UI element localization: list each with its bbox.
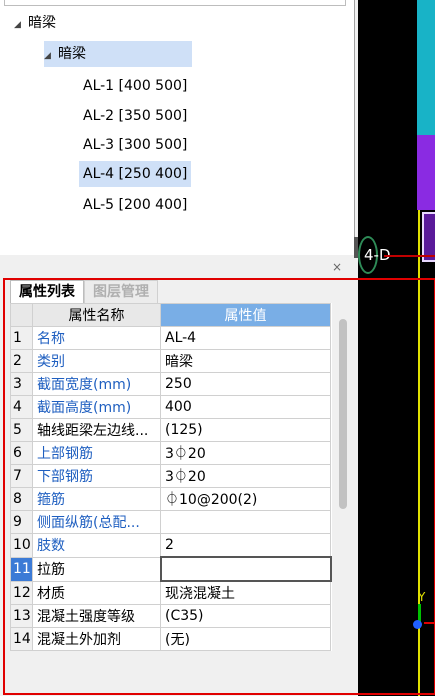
property-row[interactable]: 5 轴线距梁左边线... (125) bbox=[10, 418, 331, 442]
property-row[interactable]: 4 截面高度(mm) 400 bbox=[10, 395, 331, 419]
row-number[interactable]: 7 bbox=[10, 464, 33, 488]
row-number[interactable]: 2 bbox=[10, 349, 33, 373]
tree-leaf-item-selected[interactable]: AL-4 [250 400] bbox=[79, 161, 192, 187]
axis-line bbox=[384, 255, 435, 257]
collapse-arrow-icon[interactable]: ◢ bbox=[44, 43, 58, 69]
tree-node-label: 暗梁 bbox=[28, 15, 56, 31]
property-row[interactable]: 6 上部钢筋 3⏀20 bbox=[10, 441, 331, 465]
property-value[interactable]: 3⏀20 bbox=[160, 464, 331, 488]
property-row[interactable]: 2 类别 暗梁 bbox=[10, 349, 331, 373]
origin-icon bbox=[413, 620, 422, 629]
property-name: 肢数 bbox=[32, 533, 161, 558]
property-name: 截面高度(mm) bbox=[32, 395, 161, 419]
row-number[interactable]: 6 bbox=[10, 441, 33, 465]
component-search-input[interactable]: ▾ bbox=[4, 0, 346, 6]
row-number[interactable]: 13 bbox=[10, 604, 33, 628]
property-row[interactable]: 7 下部钢筋 3⏀20 bbox=[10, 464, 331, 488]
row-number[interactable]: 9 bbox=[10, 510, 33, 534]
tab-layer-management[interactable]: 图层管理 bbox=[84, 280, 158, 303]
property-name: 轴线距梁左边线... bbox=[32, 418, 161, 442]
property-value[interactable]: (无) bbox=[160, 627, 331, 651]
property-name: 侧面纵筋(总配... bbox=[32, 510, 161, 534]
property-value[interactable]: (125) bbox=[160, 418, 331, 442]
property-row[interactable]: 14 混凝土外加剂 (无) bbox=[10, 627, 331, 651]
row-number[interactable]: 5 bbox=[10, 418, 33, 442]
tree-leaf-item[interactable]: AL-3 [300 500] bbox=[79, 132, 191, 158]
property-value[interactable]: 暗梁 bbox=[160, 349, 331, 373]
property-row[interactable]: 10 肢数 2 bbox=[10, 533, 331, 558]
scrollbar-thumb[interactable] bbox=[339, 319, 347, 509]
tree-leaf-item[interactable]: AL-5 [200 400] bbox=[79, 192, 191, 218]
tree-node-root[interactable]: ◢ 暗梁 bbox=[14, 10, 56, 36]
row-number[interactable]: 10 bbox=[10, 533, 33, 558]
property-name: 箍筋 bbox=[32, 487, 161, 511]
property-row[interactable]: 3 截面宽度(mm) 250 bbox=[10, 372, 331, 396]
property-name: 混凝土强度等级 bbox=[32, 604, 161, 628]
property-row[interactable]: 11 拉筋 bbox=[10, 556, 332, 582]
drawn-element-teal[interactable] bbox=[417, 0, 435, 135]
panel-title-bar: × bbox=[0, 258, 352, 278]
property-value[interactable]: 3⏀20 bbox=[160, 441, 331, 465]
row-number[interactable]: 8 bbox=[10, 487, 33, 511]
property-value[interactable]: AL-4 bbox=[160, 326, 331, 350]
property-row[interactable]: 13 混凝土强度等级 (C35) bbox=[10, 604, 331, 628]
x-axis-arrow-icon bbox=[424, 622, 435, 624]
property-name: 名称 bbox=[32, 326, 161, 350]
property-value[interactable]: 400 bbox=[160, 395, 331, 419]
row-number-header bbox=[10, 303, 33, 327]
row-number[interactable]: 4 bbox=[10, 395, 33, 419]
property-name: 截面宽度(mm) bbox=[32, 372, 161, 396]
row-number[interactable]: 11 bbox=[10, 556, 33, 582]
drawn-element-purple[interactable] bbox=[417, 135, 435, 210]
close-icon[interactable]: × bbox=[332, 260, 342, 274]
drawing-canvas[interactable]: 4-D Y bbox=[358, 0, 435, 696]
component-tree-panel: ▾ ◢暗梁 ◢暗梁 AL-1 [400 500] AL-2 [350 500] … bbox=[0, 0, 355, 255]
property-row[interactable]: 1 名称 AL-4 bbox=[10, 326, 331, 350]
property-name: 下部钢筋 bbox=[32, 464, 161, 488]
row-number[interactable]: 12 bbox=[10, 580, 33, 605]
property-row[interactable]: 8 箍筋 ⏀10@200(2) bbox=[10, 487, 331, 511]
property-grid: 属性名称 属性值 1 名称 AL-4 2 类别 暗梁 3 截面宽度(mm) 250 4 截面高度(m… bbox=[10, 303, 332, 651]
property-name: 上部钢筋 bbox=[32, 441, 161, 465]
y-axis-label: Y bbox=[418, 590, 426, 604]
property-row[interactable]: 9 侧面纵筋(总配... bbox=[10, 510, 331, 534]
chevron-down-icon[interactable]: ▾ bbox=[338, 0, 343, 2]
grid-scrollbar[interactable] bbox=[337, 313, 349, 696]
property-row[interactable]: 12 材质 现浇混凝土 bbox=[10, 580, 331, 605]
property-name: 混凝土外加剂 bbox=[32, 627, 161, 651]
tab-property-list[interactable]: 属性列表 bbox=[10, 280, 84, 303]
property-value[interactable]: 现浇混凝土 bbox=[160, 580, 331, 605]
collapse-arrow-icon[interactable]: ◢ bbox=[14, 12, 28, 38]
row-number[interactable]: 3 bbox=[10, 372, 33, 396]
property-name: 材质 bbox=[32, 580, 161, 605]
row-number[interactable]: 14 bbox=[10, 627, 33, 651]
property-value[interactable]: (C35) bbox=[160, 604, 331, 628]
tree-leaf-item[interactable]: AL-2 [350 500] bbox=[79, 103, 191, 129]
properties-panel: × 属性列表 图层管理 属性名称 属性值 1 名称 AL-4 2 类别 暗梁 3 截面宽度(m… bbox=[0, 258, 358, 696]
tree-leaf-item[interactable]: AL-1 [400 500] bbox=[79, 73, 191, 99]
property-value-input[interactable] bbox=[159, 556, 332, 582]
property-name: 拉筋 bbox=[32, 556, 161, 582]
tree-node-label: 暗梁 bbox=[58, 46, 86, 62]
column-header-name[interactable]: 属性名称 bbox=[32, 303, 161, 327]
grid-header-row: 属性名称 属性值 bbox=[10, 303, 331, 327]
property-value[interactable]: 250 bbox=[160, 372, 331, 396]
property-value[interactable]: 2 bbox=[160, 533, 331, 558]
column-header-value[interactable]: 属性值 bbox=[160, 303, 331, 327]
property-value[interactable]: ⏀10@200(2) bbox=[160, 487, 331, 511]
property-name: 类别 bbox=[32, 349, 161, 373]
property-value[interactable] bbox=[160, 510, 331, 534]
row-number[interactable]: 1 bbox=[10, 326, 33, 350]
tree-node-category[interactable]: ◢ 暗梁 bbox=[44, 41, 192, 67]
